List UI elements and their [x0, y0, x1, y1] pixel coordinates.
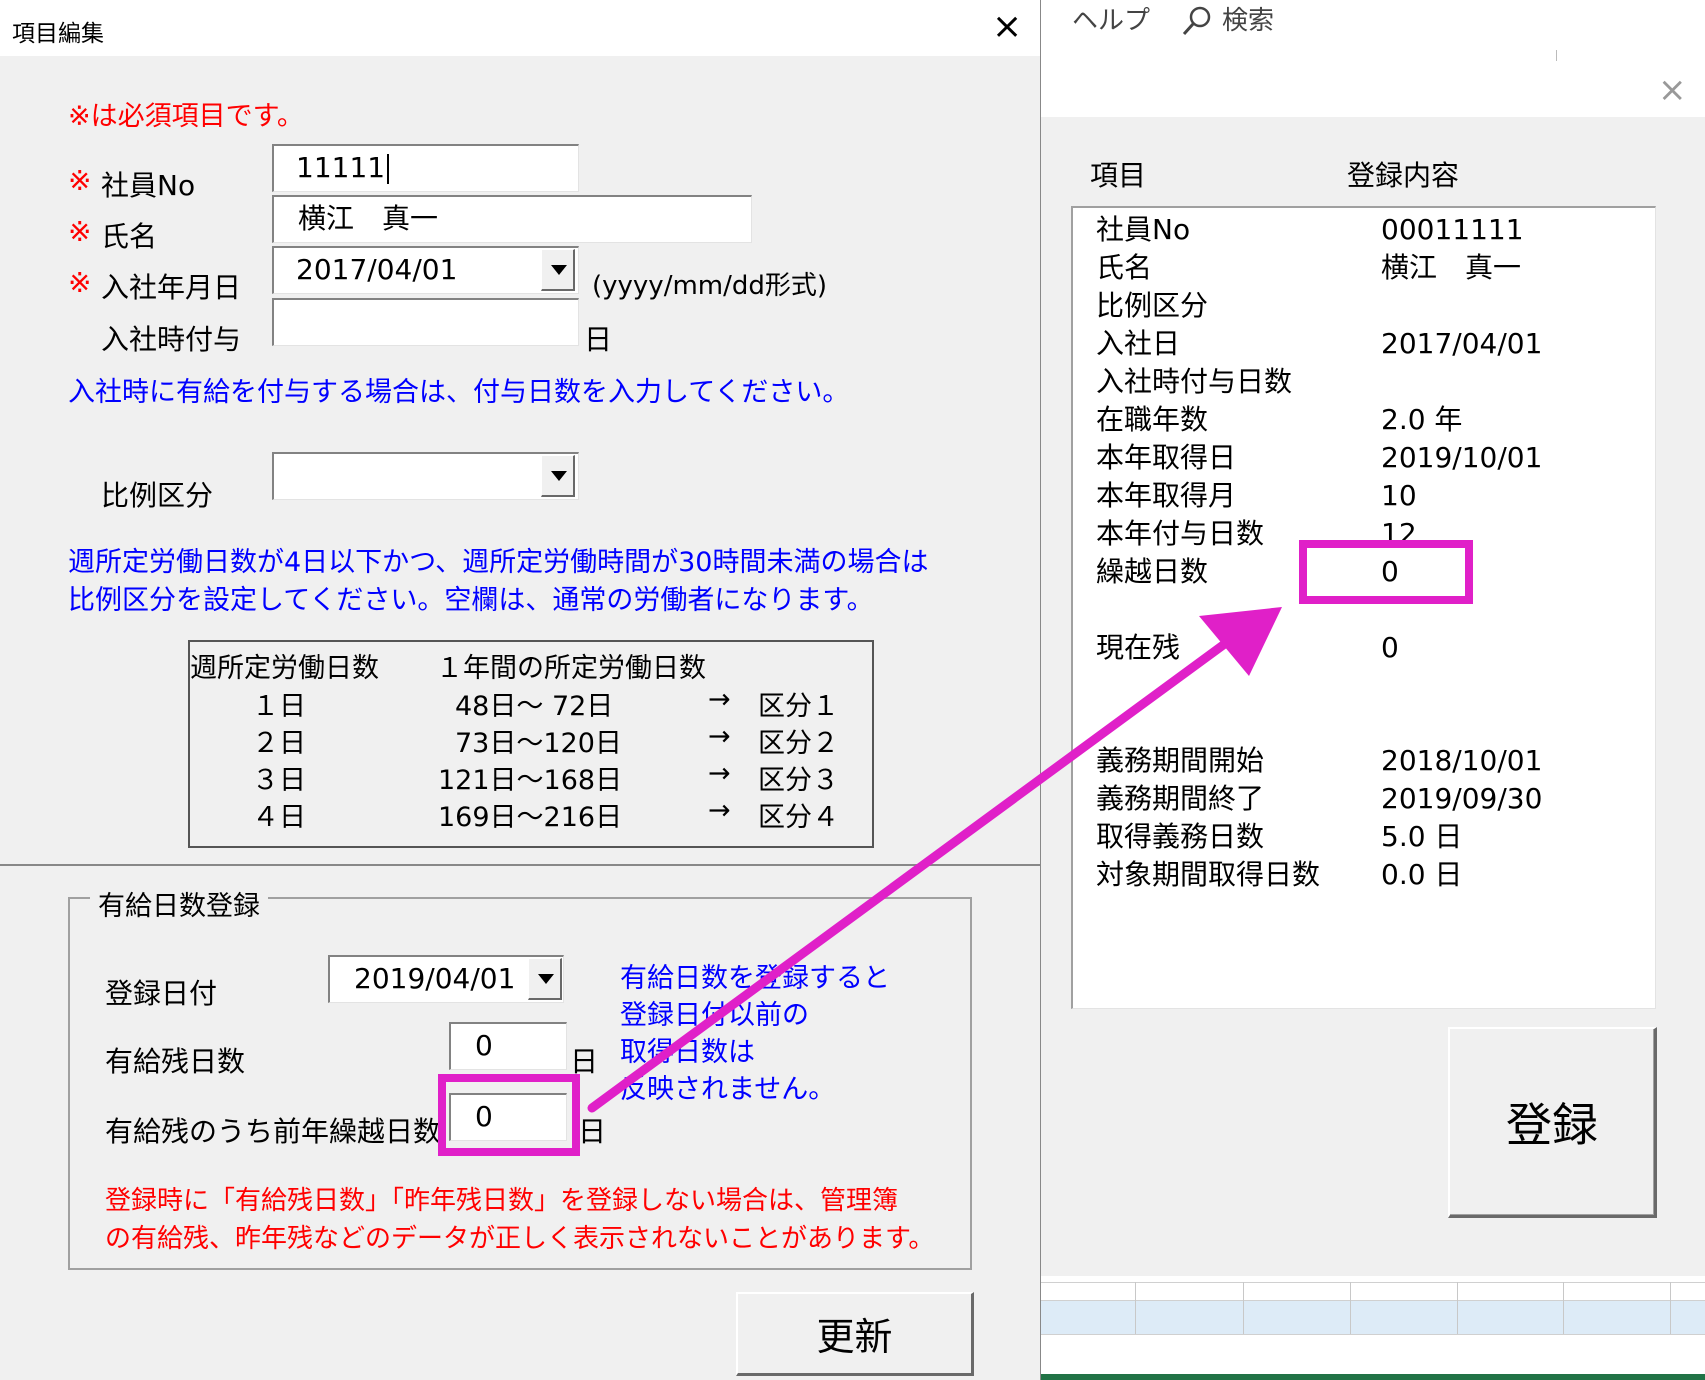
annotation-arrow: [587, 607, 1282, 1113]
